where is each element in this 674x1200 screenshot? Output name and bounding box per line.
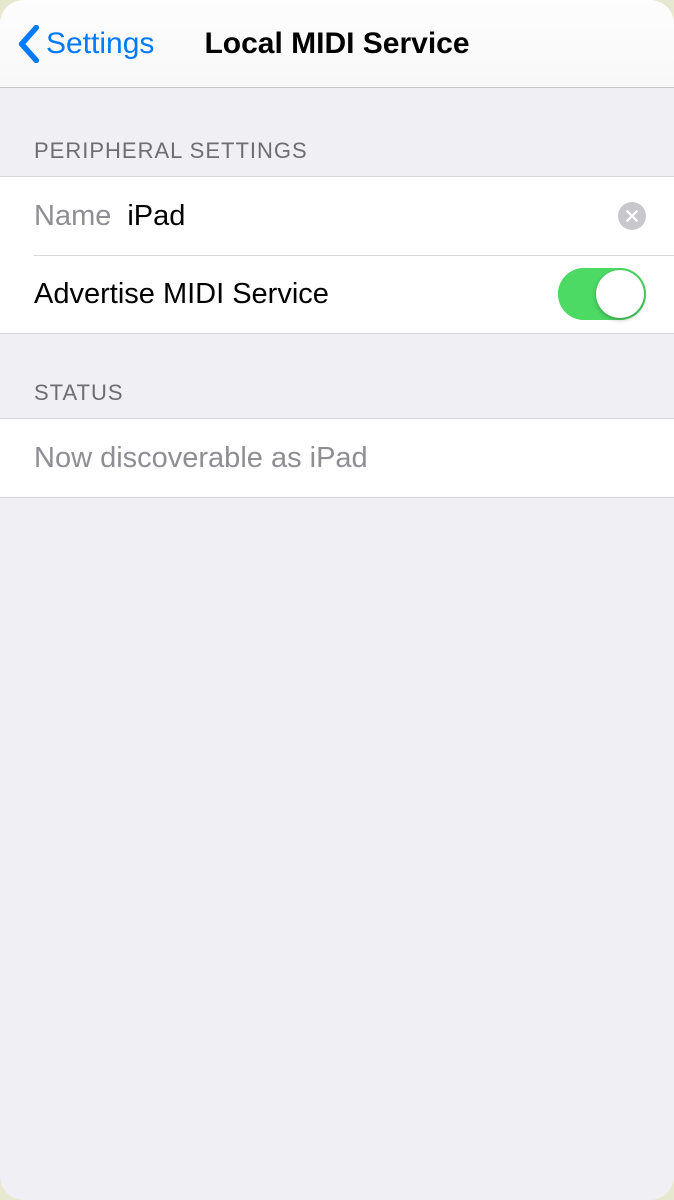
status-row: Now discoverable as iPad bbox=[0, 419, 674, 497]
clear-name-button[interactable] bbox=[618, 202, 646, 230]
name-field-label: Name bbox=[34, 200, 111, 233]
status-message: Now discoverable as iPad bbox=[34, 442, 368, 475]
toggle-knob bbox=[596, 270, 644, 318]
section-header-peripheral: Peripheral Settings bbox=[0, 88, 674, 176]
close-icon bbox=[626, 210, 638, 222]
name-input[interactable] bbox=[127, 200, 618, 233]
peripheral-settings-list: Name Advertise MIDI Service bbox=[0, 176, 674, 334]
status-list: Now discoverable as iPad bbox=[0, 418, 674, 498]
advertise-label: Advertise MIDI Service bbox=[34, 278, 329, 311]
navbar: Settings Local MIDI Service bbox=[0, 0, 674, 88]
back-button[interactable]: Settings bbox=[0, 25, 154, 63]
settings-panel: Settings Local MIDI Service Peripheral S… bbox=[0, 0, 674, 1200]
section-header-status: Status bbox=[0, 334, 674, 418]
back-button-label: Settings bbox=[46, 27, 154, 61]
advertise-row: Advertise MIDI Service bbox=[0, 255, 674, 333]
advertise-toggle[interactable] bbox=[558, 268, 646, 320]
chevron-left-icon bbox=[18, 25, 40, 63]
name-row[interactable]: Name bbox=[0, 177, 674, 255]
